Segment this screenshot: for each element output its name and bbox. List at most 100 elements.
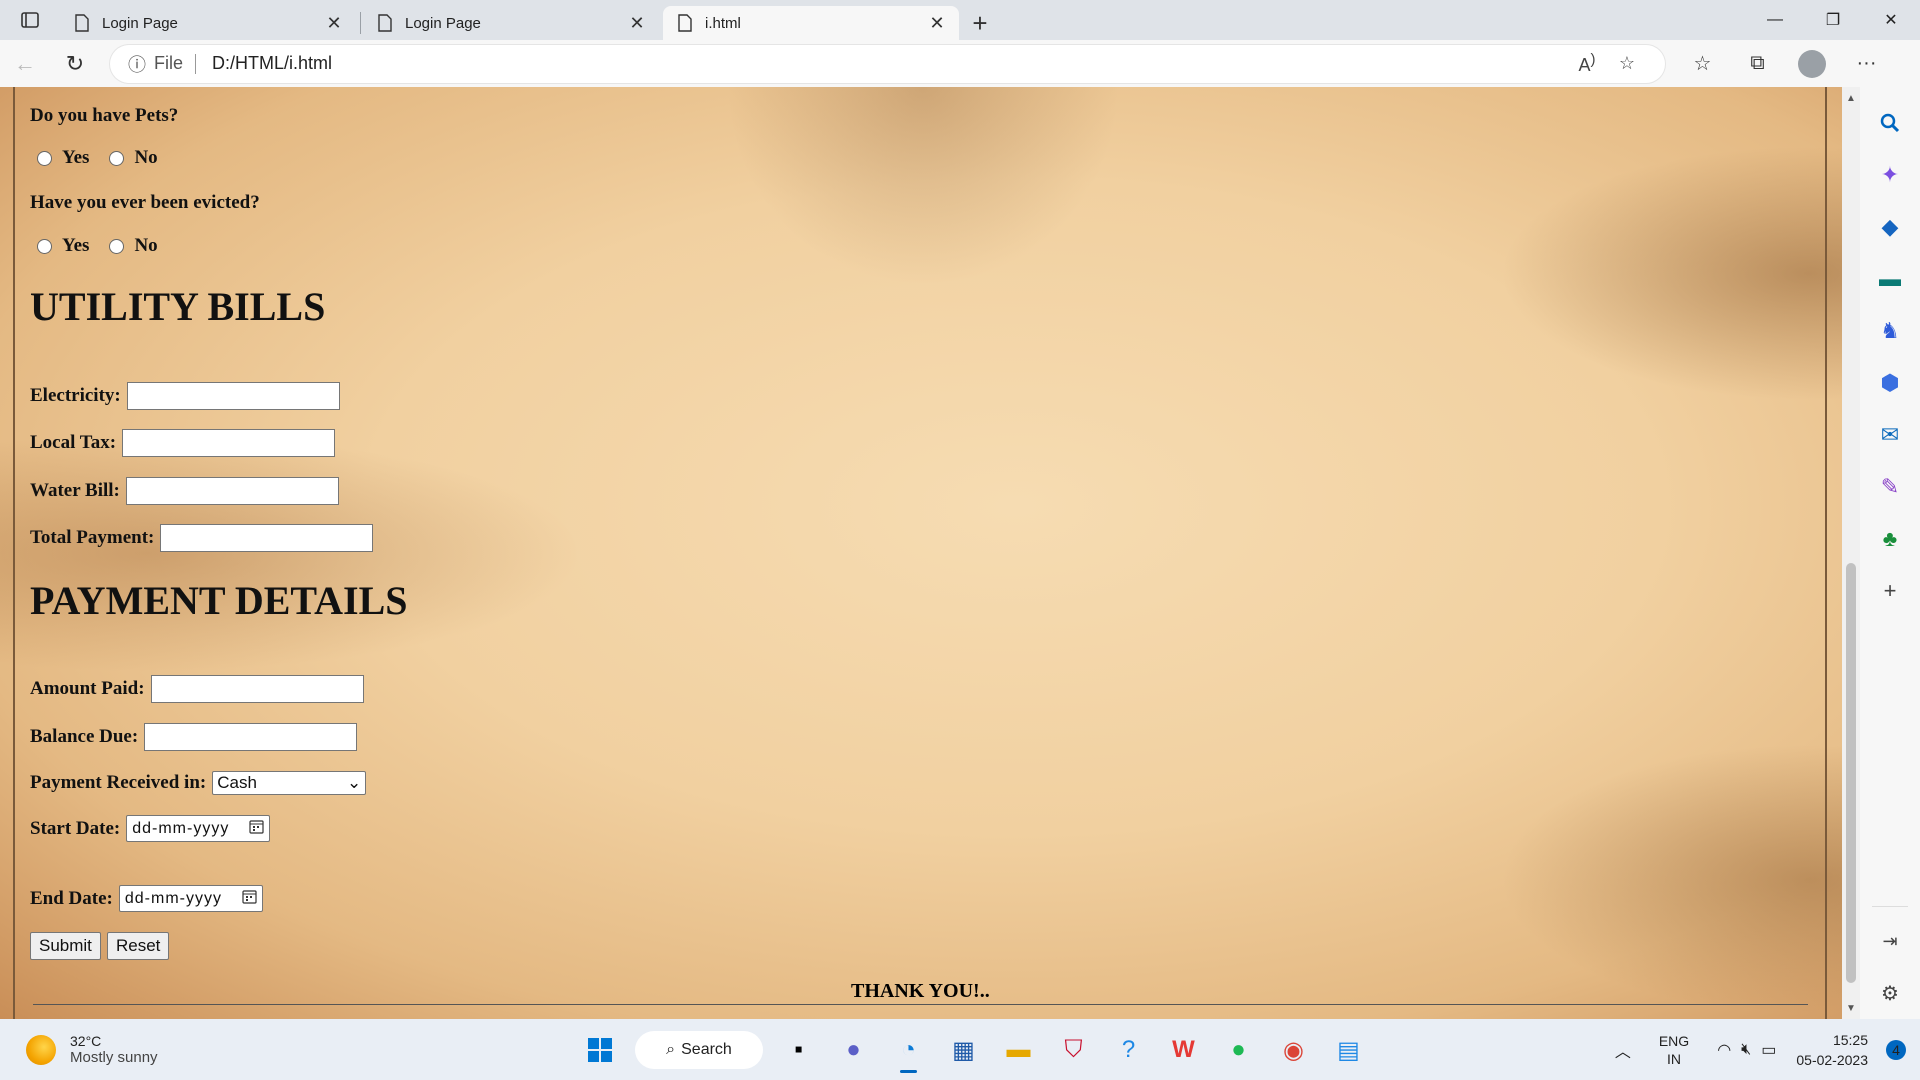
- search-icon: ⌕: [666, 1041, 676, 1058]
- utility-bills-heading: UTILITY BILLS: [30, 284, 326, 329]
- amount-paid-field: Amount Paid:: [30, 675, 364, 703]
- payment-received-select[interactable]: Cash ⌄: [212, 771, 367, 795]
- info-icon[interactable]: ⓘ: [128, 51, 146, 77]
- lang-line1: ENG: [1658, 1032, 1690, 1049]
- taskbar-search[interactable]: ⌕ Search: [635, 1031, 763, 1069]
- spotify-icon[interactable]: ●: [1211, 1027, 1266, 1073]
- scroll-down-icon[interactable]: ▼: [1842, 999, 1860, 1017]
- calendar-icon[interactable]: [249, 819, 264, 839]
- tab-label: i.html: [705, 14, 741, 32]
- scroll-up-icon[interactable]: ▲: [1842, 89, 1860, 107]
- scroll-thumb[interactable]: [1846, 563, 1856, 983]
- yes-label: Yes: [62, 147, 90, 168]
- water-bill-input[interactable]: [125, 477, 339, 505]
- profile-avatar[interactable]: [1798, 49, 1826, 78]
- electricity-input[interactable]: [126, 382, 340, 410]
- collections-icon[interactable]: ⧉: [1730, 44, 1785, 84]
- file-label: File: [154, 53, 184, 73]
- local-tax-input[interactable]: [122, 429, 336, 457]
- help-icon[interactable]: ?: [1101, 1027, 1156, 1073]
- sidebar-divider: [1872, 906, 1908, 907]
- settings-gear-icon[interactable]: ⚙: [1870, 967, 1910, 1019]
- notepad-icon[interactable]: ▤: [1321, 1027, 1376, 1073]
- yes-label: Yes: [62, 235, 90, 256]
- tab-login-page-1[interactable]: Login Page ✕: [60, 6, 356, 40]
- favorites-icon[interactable]: ☆: [1675, 44, 1730, 84]
- url-text[interactable]: D:/HTML/i.html: [212, 53, 1567, 74]
- page-scrollbar[interactable]: ▲ ▼: [1842, 87, 1860, 1019]
- clock-date: 05-02-2023: [1796, 1051, 1868, 1068]
- close-tab-icon[interactable]: ✕: [927, 13, 947, 33]
- tools-icon[interactable]: ▬: [1870, 253, 1910, 305]
- window-controls: — ❐ ✕: [1746, 0, 1920, 40]
- search-icon[interactable]: [1870, 97, 1910, 149]
- total-payment-label: Total Payment:: [30, 527, 155, 548]
- close-window-button[interactable]: ✕: [1862, 0, 1920, 40]
- pets-no-radio[interactable]: [109, 150, 125, 166]
- store-icon[interactable]: ▦: [936, 1027, 991, 1073]
- start-icon[interactable]: [572, 1027, 627, 1073]
- add-favorite-icon[interactable]: ☆: [1607, 53, 1647, 74]
- calendar-icon[interactable]: [242, 889, 257, 909]
- start-date-input[interactable]: dd-mm-yyyy: [126, 815, 271, 842]
- total-payment-input[interactable]: [160, 524, 374, 552]
- date-placeholder: dd-mm-yyyy: [124, 889, 222, 907]
- outlook-icon[interactable]: ✉: [1870, 409, 1910, 461]
- water-bill-label: Water Bill:: [30, 480, 120, 501]
- weather-widget[interactable]: 32°C Mostly sunny: [26, 1033, 326, 1066]
- office-icon[interactable]: ⬢: [1870, 357, 1910, 409]
- amount-paid-input[interactable]: [150, 675, 364, 703]
- tree-icon[interactable]: ♣: [1870, 513, 1910, 565]
- refresh-button[interactable]: ↻: [50, 44, 100, 84]
- battery-icon[interactable]: ▭: [1761, 1040, 1776, 1060]
- tab-i-html[interactable]: i.html ✕: [663, 6, 959, 40]
- tab-label: Login Page: [405, 14, 481, 32]
- add-icon[interactable]: +: [1870, 565, 1910, 617]
- hide-sidebar-icon[interactable]: ⇥: [1870, 915, 1910, 967]
- mcafee-icon[interactable]: ⛉: [1046, 1027, 1101, 1073]
- clock[interactable]: 15:25 05-02-2023: [1796, 1030, 1868, 1070]
- submit-button[interactable]: Submit: [30, 932, 101, 960]
- pets-radio-group: Yes No: [37, 147, 178, 169]
- evicted-no-radio[interactable]: [109, 238, 125, 254]
- minimize-button[interactable]: —: [1746, 0, 1804, 40]
- electricity-label: Electricity:: [30, 385, 121, 406]
- read-aloud-icon[interactable]: A): [1567, 51, 1607, 76]
- teams-icon[interactable]: ●: [826, 1027, 881, 1073]
- payment-received-field: Payment Received in: Cash ⌄: [30, 771, 367, 795]
- local-tax-field: Local Tax:: [30, 429, 336, 457]
- pets-yes-radio[interactable]: [37, 150, 52, 166]
- wifi-icon[interactable]: ◠: [1717, 1040, 1731, 1060]
- tab-login-page-2[interactable]: Login Page ✕: [363, 6, 659, 40]
- designer-icon[interactable]: ✎: [1870, 461, 1910, 513]
- tab-separator: [360, 12, 361, 34]
- taskbar-apps: ⌕ Search ▪ ● ◔ ▦ ▬ ⛉ ? W ● ◉ ▤: [572, 1027, 1376, 1073]
- restore-button[interactable]: ❐: [1804, 0, 1862, 40]
- notification-badge[interactable]: 4: [1886, 1039, 1906, 1060]
- copilot-icon[interactable]: ✦: [1870, 149, 1910, 201]
- new-tab-button[interactable]: +: [963, 6, 997, 40]
- tab-actions-icon: [21, 12, 39, 28]
- volume-muted-icon[interactable]: 🔇︎: [1741, 1041, 1751, 1059]
- games-icon[interactable]: ♞: [1870, 305, 1910, 357]
- tab-actions-button[interactable]: [0, 0, 60, 40]
- end-date-input[interactable]: dd-mm-yyyy: [118, 885, 263, 912]
- balance-due-input[interactable]: [144, 723, 358, 751]
- close-tab-icon[interactable]: ✕: [627, 13, 647, 33]
- wps-icon[interactable]: W: [1156, 1027, 1211, 1073]
- chevron-up-icon[interactable]: ︿: [1615, 1038, 1631, 1062]
- evicted-radio-group: Yes No: [37, 235, 178, 257]
- chrome-icon[interactable]: ◉: [1266, 1027, 1321, 1073]
- edge-icon[interactable]: ◔: [881, 1027, 936, 1073]
- total-payment-field: Total Payment:: [30, 524, 374, 552]
- address-bar[interactable]: ⓘ File D:/HTML/i.html A) ☆: [110, 44, 1665, 83]
- shopping-icon[interactable]: ◆: [1870, 201, 1910, 253]
- file-explorer-icon[interactable]: ▬: [991, 1027, 1046, 1073]
- more-menu-icon[interactable]: ···: [1839, 44, 1894, 84]
- task-view-icon[interactable]: ▪: [771, 1027, 826, 1073]
- evicted-yes-radio[interactable]: [37, 238, 52, 254]
- back-button[interactable]: ←: [0, 44, 50, 84]
- language-indicator[interactable]: ENG IN: [1659, 1032, 1689, 1068]
- reset-button[interactable]: Reset: [107, 932, 170, 960]
- close-tab-icon[interactable]: ✕: [324, 13, 344, 33]
